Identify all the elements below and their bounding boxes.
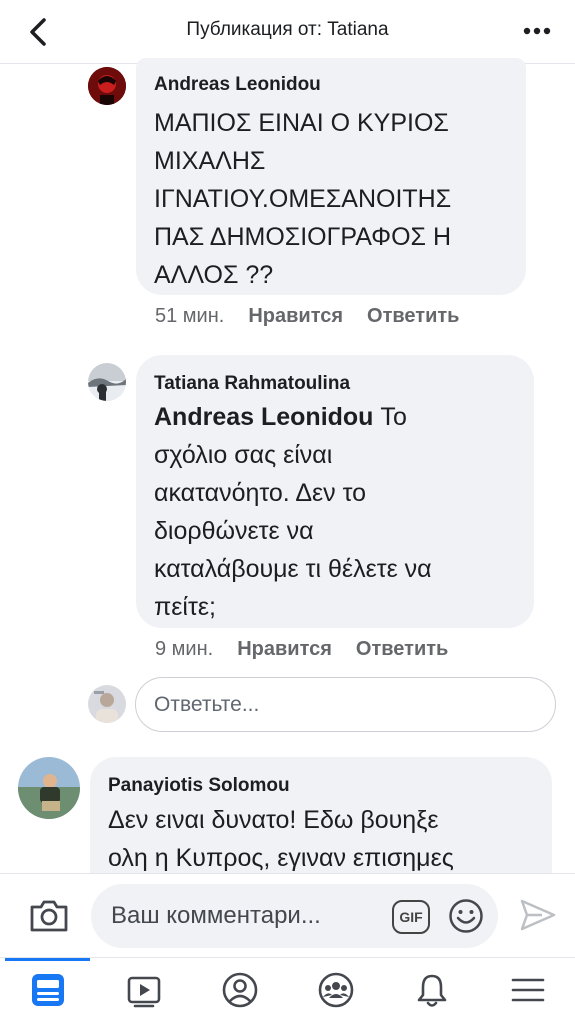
groups-icon xyxy=(318,972,354,1008)
comment-text: ΜΑΠΙΟΣ ΕΙΝΑΙ Ο ΚΥΡΙΟΣ ΜΙΧΑΛΗΣ ΙΓΝΑΤΙΟΥ.Ο… xyxy=(154,109,452,289)
smiley-icon xyxy=(449,899,483,933)
tab-menu[interactable] xyxy=(508,970,548,1010)
comment-author[interactable]: Tatiana Rahmatoulina xyxy=(154,373,350,395)
camera-icon xyxy=(30,900,68,932)
tab-profile[interactable] xyxy=(220,970,260,1010)
comment-meta: 51 мин. Нравится Ответить xyxy=(155,305,459,328)
notifications-bell-icon xyxy=(417,974,447,1007)
like-button[interactable]: Нравится xyxy=(248,305,343,327)
mention-link[interactable]: Andreas Leonidou xyxy=(154,403,373,431)
comment-composer: Ваш комментари... GIF xyxy=(0,873,575,957)
tab-news-feed[interactable] xyxy=(28,970,68,1010)
send-button[interactable] xyxy=(518,895,558,935)
more-dots-icon xyxy=(523,27,551,35)
avatar-image xyxy=(88,67,126,105)
reply-input[interactable]: Ответьте... xyxy=(135,677,556,732)
tab-notifications[interactable] xyxy=(412,970,452,1010)
gif-button[interactable]: GIF xyxy=(392,900,430,934)
comment-bubble[interactable]: Andreas Leonidou ΜΑΠΙΟΣ ΕΙΝΑΙ Ο ΚΥΡΙΟΣ Μ… xyxy=(136,58,526,295)
comment-author[interactable]: Panayiotis Solomou xyxy=(108,775,290,797)
avatar-image xyxy=(88,363,126,401)
comment-meta: 9 мин. Нравится Ответить xyxy=(155,638,448,661)
menu-icon xyxy=(511,978,545,1002)
comment-bubble[interactable]: Tatiana Rahmatoulina Andreas Leonidou Το… xyxy=(136,355,534,628)
watch-video-icon xyxy=(127,976,161,1008)
active-tab-indicator xyxy=(5,958,90,961)
news-feed-icon xyxy=(32,974,64,1006)
comment-input[interactable]: Ваш комментари... GIF xyxy=(91,884,498,948)
top-bar: Публикация от: Tatiana xyxy=(0,0,575,64)
send-icon xyxy=(520,899,556,931)
more-options-button[interactable] xyxy=(521,16,553,46)
avatar[interactable] xyxy=(88,67,126,105)
comment-author[interactable]: Andreas Leonidou xyxy=(154,74,321,96)
emoji-button[interactable] xyxy=(447,897,485,935)
avatar-image xyxy=(18,757,80,819)
reply-button[interactable]: Ответить xyxy=(356,638,448,660)
comment-text: Andreas Leonidou Το σχόλιο σας είναι ακα… xyxy=(154,403,432,621)
camera-button[interactable] xyxy=(28,896,70,936)
tab-watch[interactable] xyxy=(124,970,164,1010)
profile-icon xyxy=(222,972,258,1008)
avatar[interactable] xyxy=(88,363,126,401)
reply-button[interactable]: Ответить xyxy=(367,305,459,327)
reply-placeholder: Ответьте... xyxy=(154,693,260,716)
avatar-image xyxy=(88,685,126,723)
comment-time: 51 мин. xyxy=(155,305,225,327)
my-avatar xyxy=(88,685,126,723)
comment-time: 9 мин. xyxy=(155,638,214,660)
bottom-tab-bar xyxy=(0,957,575,1024)
comment-text: Δεν ειναι δυνατο! Εδω βουηξε ολη η Κυπρο… xyxy=(108,806,454,872)
like-button[interactable]: Нравится xyxy=(237,638,332,660)
page-title: Публикация от: Tatiana xyxy=(186,19,389,40)
comment-placeholder: Ваш комментари... xyxy=(111,902,321,929)
tab-groups[interactable] xyxy=(316,970,356,1010)
avatar[interactable] xyxy=(18,757,80,819)
